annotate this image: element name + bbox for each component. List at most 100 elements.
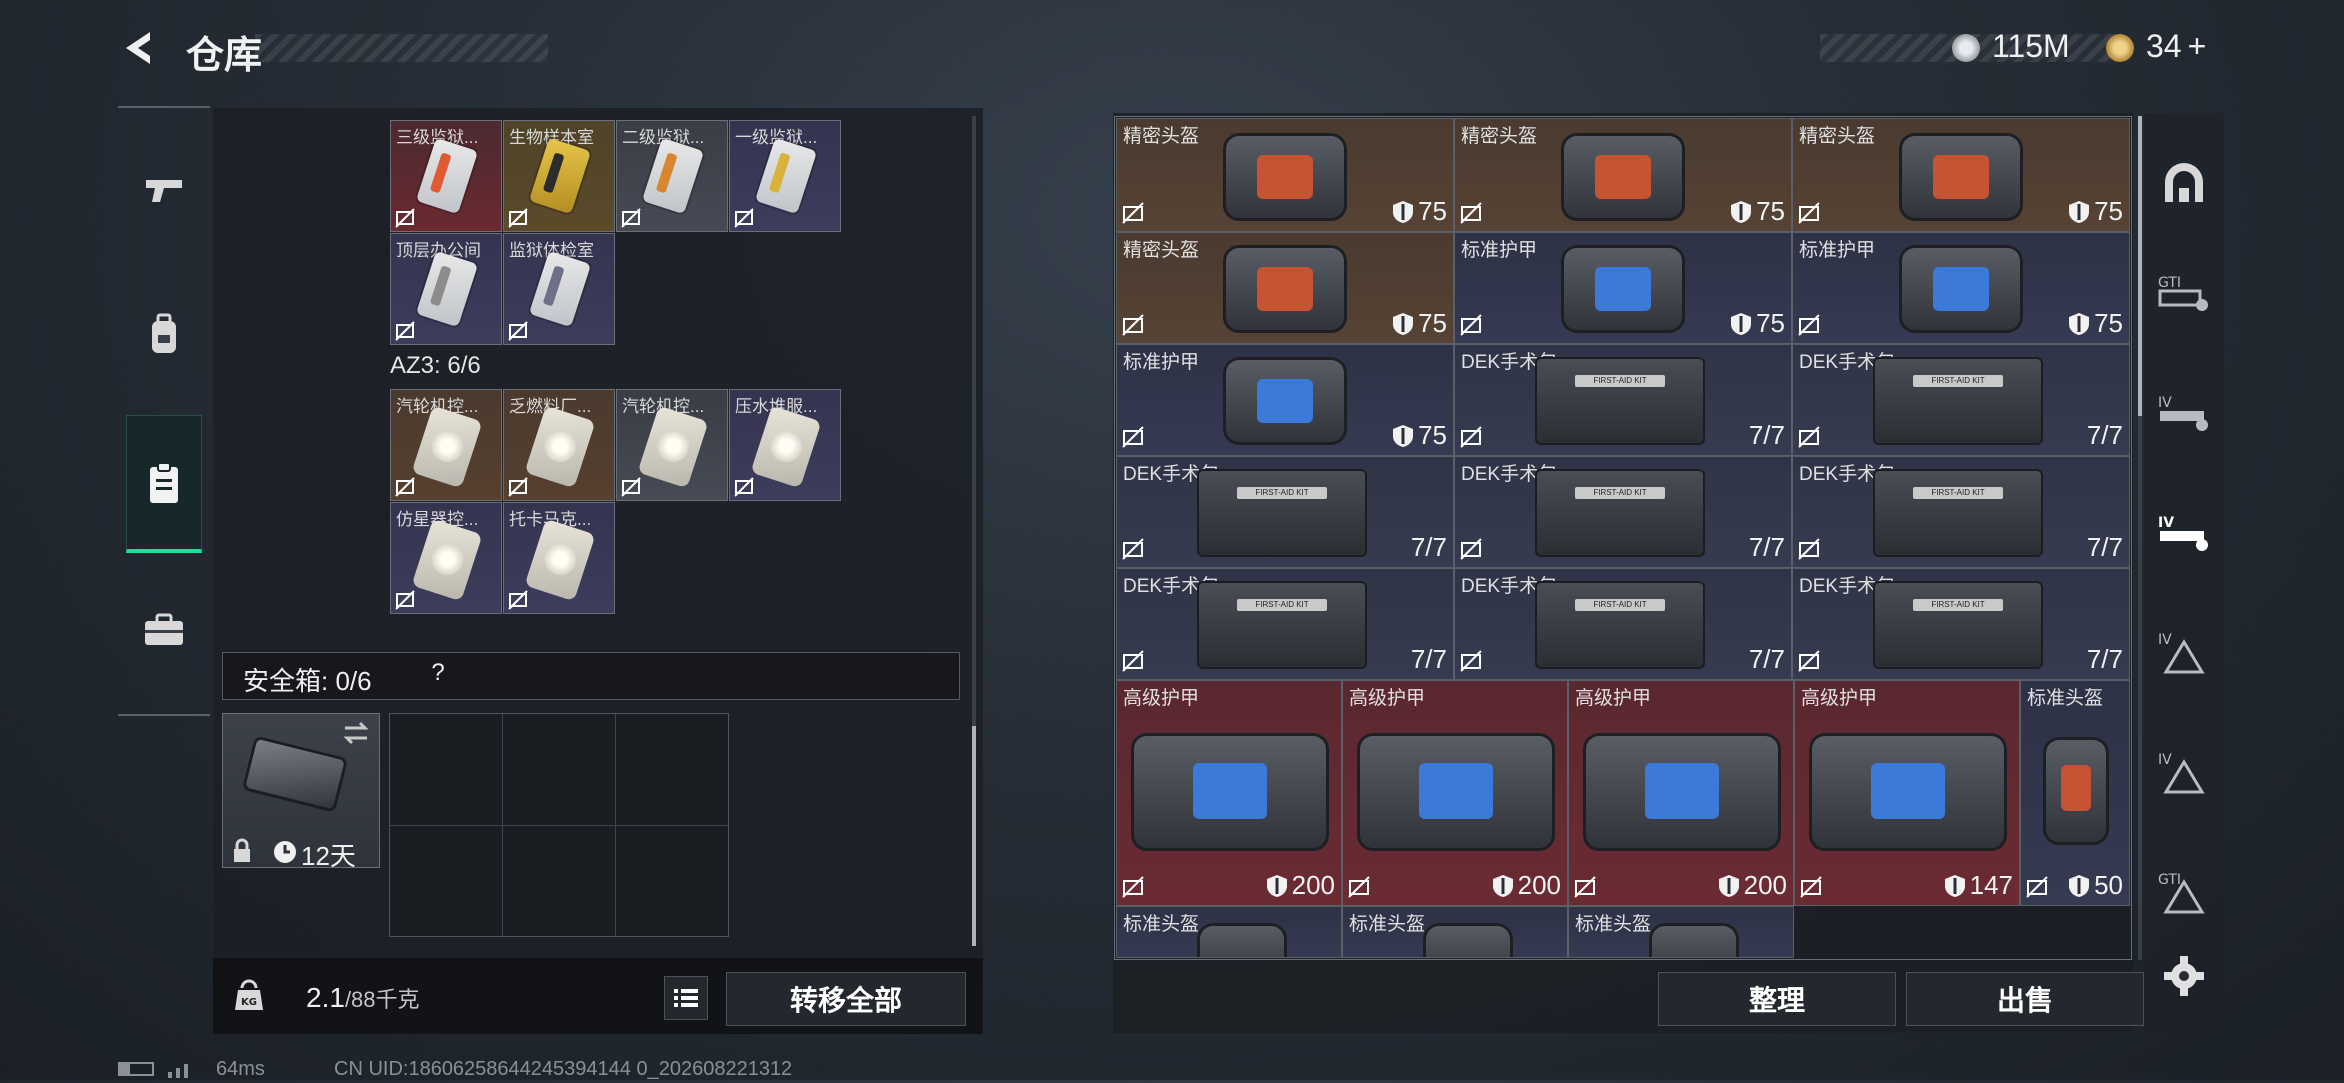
no-sell-icon: [2026, 876, 2048, 898]
gti-tab-icon: GTI: [2158, 275, 2208, 311]
no-sell-icon: [1122, 202, 1144, 224]
nav-briefcase[interactable]: [126, 570, 202, 690]
no-sell-icon: [395, 590, 415, 610]
scroll-thumb[interactable]: [2138, 116, 2142, 416]
back-arrow-icon: [126, 32, 150, 64]
stash-item[interactable]: 标准护甲 75: [1454, 232, 1792, 344]
svg-text:IV: IV: [2158, 395, 2172, 411]
tab-gti-2[interactable]: GTI: [2150, 858, 2218, 928]
stash-item[interactable]: 高级护甲 147: [1794, 680, 2020, 906]
tab-iv-2[interactable]: IV: [2150, 498, 2218, 568]
container-scrollbar[interactable]: [972, 116, 976, 946]
keycard-item[interactable]: 二级监狱...: [616, 120, 728, 232]
stash-item[interactable]: DEK手术包 FIRST-AID KIT 7/7: [1116, 456, 1454, 568]
access-card-item[interactable]: 汽轮机控...: [390, 389, 502, 501]
first-aid-kit-icon: FIRST-AID KIT: [1535, 469, 1705, 557]
stash-item[interactable]: 标准头盔: [1568, 906, 1794, 958]
nav-clipboard[interactable]: [126, 415, 202, 553]
sort-button[interactable]: 整理: [1658, 972, 1896, 1026]
item-name: 高级护甲: [1123, 688, 1200, 709]
list-view-button[interactable]: [664, 976, 708, 1020]
helmet-bag-icon: [1561, 133, 1685, 221]
settings-button[interactable]: [2162, 954, 2206, 998]
keycard-item[interactable]: 顶层办公间: [390, 233, 502, 345]
stash-item[interactable]: DEK手术包 FIRST-AID KIT 7/7: [1454, 568, 1792, 680]
no-sell-icon: [1460, 538, 1482, 560]
stash-item[interactable]: 高级护甲 200: [1568, 680, 1794, 906]
stash-item[interactable]: 标准护甲 75: [1116, 344, 1454, 456]
no-sell-icon: [1800, 876, 1822, 898]
keycard-item[interactable]: 一级监狱...: [729, 120, 841, 232]
access-card-item[interactable]: 压水堆服...: [729, 389, 841, 501]
safe-box-item[interactable]: 12天: [222, 713, 380, 871]
no-sell-icon: [395, 208, 415, 228]
back-button[interactable]: [116, 26, 160, 70]
stash-item[interactable]: DEK手术包 FIRST-AID KIT 7/7: [1792, 344, 2130, 456]
no-sell-icon: [1460, 426, 1482, 448]
item-name: 标准护甲: [1123, 352, 1200, 373]
access-card-item[interactable]: 乏燃料厂...: [503, 389, 615, 501]
stash-item[interactable]: 标准头盔 50: [2020, 680, 2130, 906]
helmet-icon: [1423, 923, 1513, 957]
stash-item[interactable]: DEK手术包 FIRST-AID KIT 7/7: [1116, 568, 1454, 680]
ping-text: 64ms: [216, 1058, 265, 1080]
nav-weapon[interactable]: [126, 130, 202, 250]
stash-item[interactable]: DEK手术包 FIRST-AID KIT 7/7: [1792, 456, 2130, 568]
stash-item[interactable]: 标准头盔: [1116, 906, 1342, 958]
stash-item[interactable]: DEK手术包 FIRST-AID KIT 7/7: [1454, 344, 1792, 456]
svg-text:GTI: GTI: [2158, 275, 2181, 291]
safe-box-label: 安全箱: 0/6: [243, 666, 372, 696]
signal-icon: [166, 1060, 196, 1078]
shield-icon: [1266, 874, 1287, 897]
currency-add[interactable]: +: [2188, 28, 2207, 64]
swap-icon[interactable]: [341, 720, 371, 746]
scroll-thumb[interactable]: [972, 726, 976, 946]
stash-item[interactable]: 精密头盔 75: [1116, 118, 1454, 232]
stash-item[interactable]: 标准护甲 75: [1792, 232, 2130, 344]
sell-button[interactable]: 出售: [1906, 972, 2144, 1026]
stash-item[interactable]: 精密头盔 75: [1792, 118, 2130, 232]
iv-triangle-icon: IV: [2158, 632, 2205, 674]
stash-item[interactable]: 高级护甲 200: [1342, 680, 1568, 906]
safe-box-slots[interactable]: [389, 713, 729, 937]
stash-item[interactable]: 精密头盔 75: [1116, 232, 1454, 344]
first-aid-kit-icon: FIRST-AID KIT: [1873, 581, 2043, 669]
helmet-icon: [2043, 737, 2109, 845]
help-button[interactable]: ?: [423, 659, 453, 689]
pistol-icon: [146, 180, 182, 202]
stash-item[interactable]: 标准头盔: [1342, 906, 1568, 958]
no-sell-icon: [1798, 538, 1820, 560]
armor-bag-icon: [1223, 357, 1347, 445]
item-name: 精密头盔: [1123, 240, 1200, 261]
keycard-item[interactable]: 三级监狱...: [390, 120, 502, 232]
helmet-icon: [1197, 923, 1287, 957]
clock-icon: [274, 841, 296, 863]
item-durability: 75: [1730, 308, 1785, 339]
no-sell-icon: [1798, 426, 1820, 448]
access-card-item[interactable]: 汽轮机控...: [616, 389, 728, 501]
keycard-item[interactable]: 生物样本室: [503, 120, 615, 232]
stash-item[interactable]: 高级护甲 200: [1116, 680, 1342, 906]
tab-gti-1[interactable]: GTI: [2150, 258, 2218, 328]
tab-iv-3[interactable]: IV: [2150, 618, 2218, 688]
stash-item[interactable]: DEK手术包 FIRST-AID KIT 7/7: [1792, 568, 2130, 680]
no-sell-icon: [734, 477, 754, 497]
access-card-item[interactable]: 托卡马克...: [503, 502, 615, 614]
helmet-bag-icon: [1223, 245, 1347, 333]
nav-backpack[interactable]: [126, 275, 202, 395]
stash-item[interactable]: DEK手术包 FIRST-AID KIT 7/7: [1454, 456, 1792, 568]
item-uses: 7/7: [1748, 532, 1785, 562]
gold-coin-icon: [2106, 34, 2134, 62]
transfer-all-button[interactable]: 转移全部: [726, 972, 966, 1026]
stash-item[interactable]: 精密头盔 75: [1454, 118, 1792, 232]
case-icon: [241, 735, 349, 813]
tab-all[interactable]: [2150, 148, 2218, 218]
item-durability: 75: [1392, 196, 1447, 227]
currency-gold[interactable]: 34 +: [2146, 28, 2206, 65]
tab-iv-4[interactable]: IV: [2150, 738, 2218, 808]
no-sell-icon: [1798, 650, 1820, 672]
access-card-item[interactable]: 仿星器控...: [390, 502, 502, 614]
tab-iv-1[interactable]: IV: [2150, 378, 2218, 448]
keycard-item[interactable]: 监狱体检室: [503, 233, 615, 345]
stash-scrollbar[interactable]: [2138, 116, 2142, 960]
